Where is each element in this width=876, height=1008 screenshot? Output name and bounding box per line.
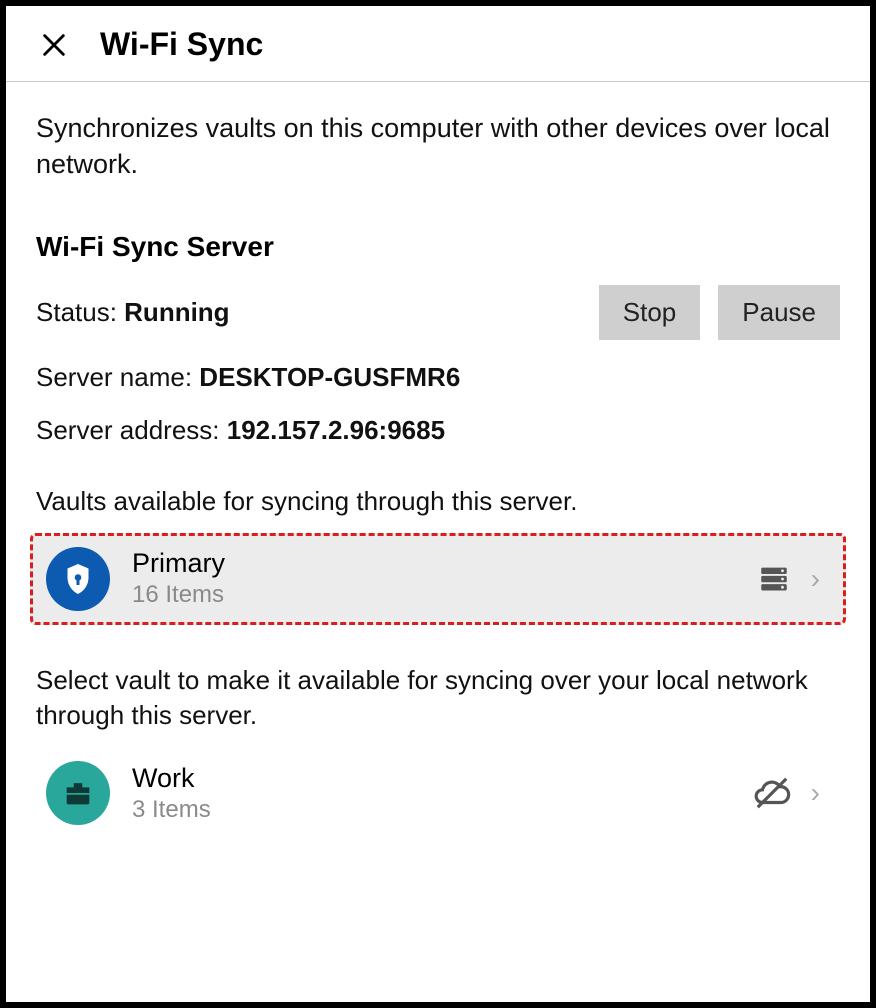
pause-button[interactable]: Pause [718, 285, 840, 340]
header: Wi-Fi Sync [6, 6, 870, 82]
description-text: Synchronizes vaults on this computer wit… [36, 110, 840, 183]
vault-work-icon [46, 761, 110, 825]
vault-primary-row[interactable]: Primary 16 Items › [30, 533, 846, 625]
vault-primary-count: 16 Items [132, 581, 735, 609]
vault-primary-name: Primary [132, 548, 735, 579]
wifi-sync-window: Wi-Fi Sync Synchronizes vaults on this c… [6, 6, 870, 1002]
server-address-row: Server address: 192.157.2.96:9685 [36, 415, 840, 446]
server-name-value: DESKTOP-GUSFMR6 [199, 362, 460, 392]
section-title: Wi-Fi Sync Server [36, 231, 840, 263]
briefcase-icon [61, 776, 95, 810]
status-row: Status: Running Stop Pause [36, 285, 840, 340]
vault-work-right: › [753, 774, 820, 812]
shield-lock-icon [60, 561, 96, 597]
select-vault-label: Select vault to make it available for sy… [36, 663, 840, 733]
server-name-row: Server name: DESKTOP-GUSFMR6 [36, 362, 840, 393]
page-title: Wi-Fi Sync [100, 26, 263, 63]
vault-work-text: Work 3 Items [132, 763, 731, 824]
vault-work-count: 3 Items [132, 796, 731, 824]
chevron-right-icon: › [811, 777, 820, 809]
button-group: Stop Pause [599, 285, 840, 340]
close-button[interactable] [36, 27, 72, 63]
vaults-available-label: Vaults available for syncing through thi… [36, 484, 840, 519]
vault-primary-text: Primary 16 Items [132, 548, 735, 609]
vault-work-row[interactable]: Work 3 Items › [36, 747, 840, 839]
status-line: Status: Running [36, 297, 230, 328]
content: Synchronizes vaults on this computer wit… [6, 82, 870, 1002]
server-icon [757, 562, 791, 596]
status-value: Running [124, 297, 229, 327]
chevron-right-icon: › [811, 563, 820, 595]
vault-work-name: Work [132, 763, 731, 794]
cloud-off-icon [753, 774, 791, 812]
close-icon [40, 31, 68, 59]
stop-button[interactable]: Stop [599, 285, 701, 340]
server-address-value: 192.157.2.96:9685 [227, 415, 445, 445]
vault-primary-right: › [757, 562, 820, 596]
server-name-label: Server name: [36, 362, 199, 392]
vault-primary-icon [46, 547, 110, 611]
server-address-label: Server address: [36, 415, 227, 445]
status-label: Status: [36, 297, 124, 327]
